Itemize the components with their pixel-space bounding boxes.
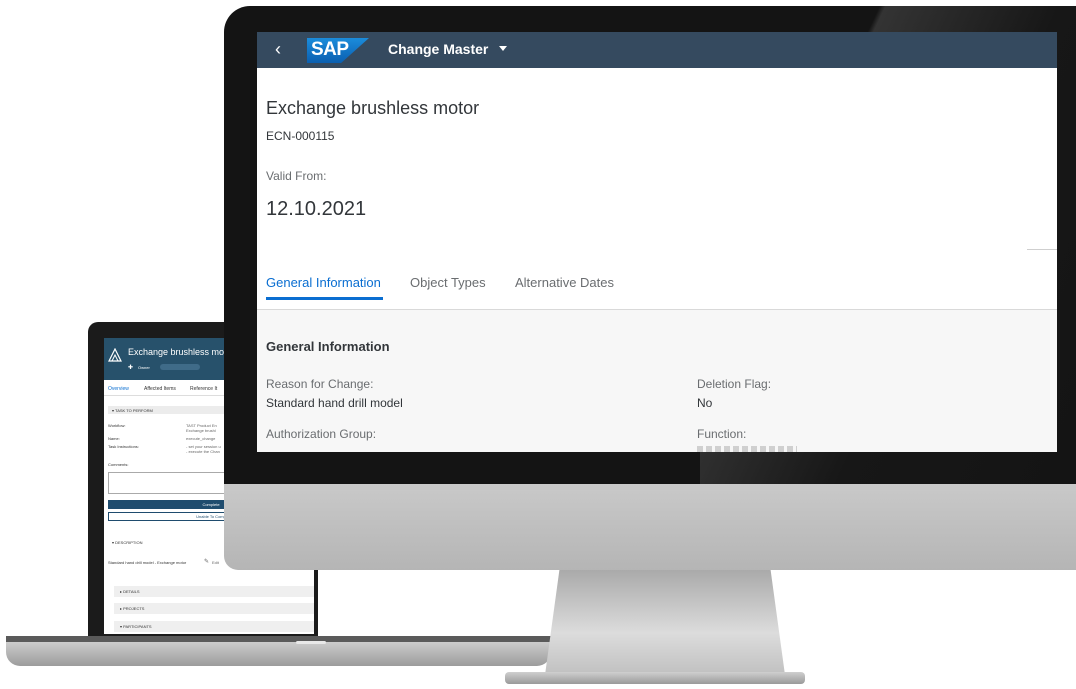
participants-section-header[interactable]: ▾ PARTICIPANTS [114,621,314,632]
instructions-value-2: - execute the Chan [186,449,220,454]
projects-section-header[interactable]: ▸ PROJECTS [114,603,314,614]
caret-down-icon[interactable] [499,46,507,51]
chevron-left-icon[interactable]: ‹ [275,39,281,59]
app-logo-icon [108,348,122,362]
edit-icon[interactable]: ✎ [204,558,209,565]
object-title: Exchange brushless motor [266,98,480,118]
laptop-notch [296,641,326,644]
laptop-tab-reference[interactable]: Reference It [190,386,217,392]
instructions-label: Task Instructions: [108,444,139,449]
tab-alternative-dates[interactable]: Alternative Dates [515,275,614,290]
sap-logo-text: SAP [311,39,349,60]
comments-label: Comments: [108,462,129,467]
function-value-cropped [697,446,797,452]
owner-icon: ✚ [128,365,134,371]
object-header: Exchange brushless motor ECN-000115 Vali… [257,68,1057,310]
name-value: execute_change [186,436,216,441]
description-text: Standard hand drill model - Exchange mot… [108,560,187,565]
edit-label[interactable]: Edit [212,560,219,565]
deletion-flag-value: No [697,396,713,410]
owner-label: Owner [138,365,150,370]
task-section-label: TASK TO PERFORM [115,408,153,413]
object-number: ECN-000115 [266,129,335,143]
tabs-divider [257,309,1057,310]
workflow-value-2: Exchange brushl [186,428,216,433]
description-section-label: DESCRIPTION [115,540,143,545]
workflow-label: Workflow: [108,423,126,428]
laptop-hinge [6,636,551,642]
monitor-screen: ‹ SAP Change Master Exchange brushless m… [257,32,1057,452]
participants-section-label: PARTICIPANTS [123,624,152,629]
name-label: Name: [108,436,120,441]
monitor-stand [545,570,785,675]
tab-object-types[interactable]: Object Types [410,275,486,290]
section-title: General Information [266,339,390,354]
header-divider [1027,249,1057,250]
shell-bar: ‹ SAP Change Master [257,32,1057,68]
laptop-app-title: Exchange brushless motor [128,347,235,357]
monitor-chin [224,484,1076,570]
reason-for-change-label: Reason for Change: [266,377,374,391]
reason-for-change-value: Standard hand drill model [266,396,403,410]
valid-from-value: 12.10.2021 [266,198,367,220]
active-tab-indicator [266,297,383,300]
valid-from-label: Valid From: [266,169,327,183]
owner-value [160,364,200,370]
details-section-header[interactable]: ▸ DETAILS [114,586,314,597]
monitor-stand-foot [505,672,805,684]
app-title-menu[interactable]: Change Master [388,41,488,57]
deletion-flag-label: Deletion Flag: [697,377,772,391]
function-label: Function: [697,427,747,441]
authorization-group-label: Authorization Group: [266,427,377,441]
projects-section-label: PROJECTS [123,606,145,611]
laptop-tab-overview[interactable]: Overview [108,386,129,392]
tab-general-information[interactable]: General Information [266,275,381,290]
details-section-label: DETAILS [123,589,140,594]
laptop-tab-affected-items[interactable]: Affected Items [144,386,176,392]
